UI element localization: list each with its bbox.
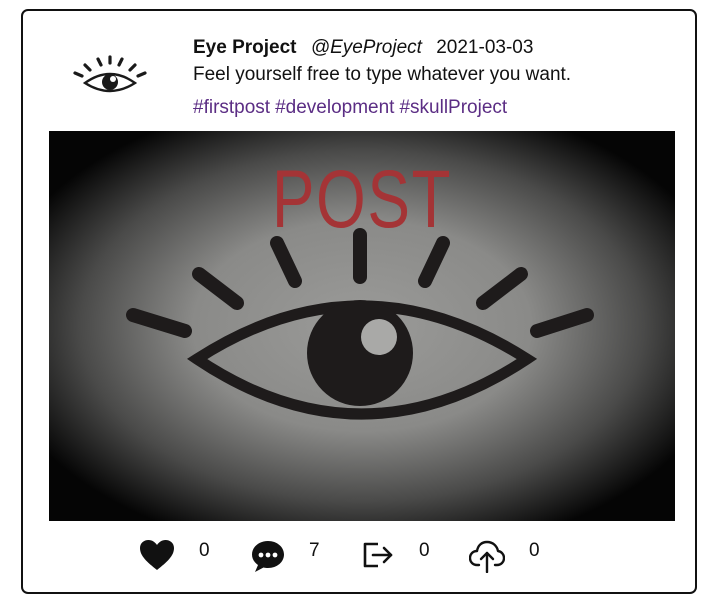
heart-icon: [140, 540, 174, 570]
hashtag-development[interactable]: #development: [275, 97, 394, 118]
share-icon: [363, 542, 393, 568]
like-count: 0: [199, 540, 210, 561]
post-text: Feel yourself free to type whatever you …: [193, 64, 572, 85]
post-date: 2021-03-03: [436, 37, 534, 58]
hashtag-skullproject[interactable]: #skullProject: [399, 97, 507, 118]
cloud-upload-icon: [469, 540, 505, 573]
hashtag-list: #firstpost #development #skullProject: [193, 95, 512, 121]
eye-logo-icon: [73, 55, 147, 93]
upload-count: 0: [529, 540, 540, 561]
comment-icon: [252, 541, 284, 572]
post-header: Eye Project @EyeProject 2021-03-03: [193, 35, 533, 61]
hashtag-firstpost[interactable]: #firstpost: [193, 97, 270, 118]
share-count: 0: [419, 540, 430, 561]
comment-count: 7: [309, 540, 320, 561]
action-bar: 0 7 0 0: [23, 533, 695, 577]
post-image[interactable]: POST: [49, 131, 675, 521]
avatar[interactable]: [73, 53, 147, 97]
author-name[interactable]: Eye Project: [193, 37, 297, 58]
post-card: Eye Project @EyeProject 2021-03-03 Feel …: [21, 9, 697, 594]
author-handle[interactable]: @EyeProject: [311, 37, 422, 58]
